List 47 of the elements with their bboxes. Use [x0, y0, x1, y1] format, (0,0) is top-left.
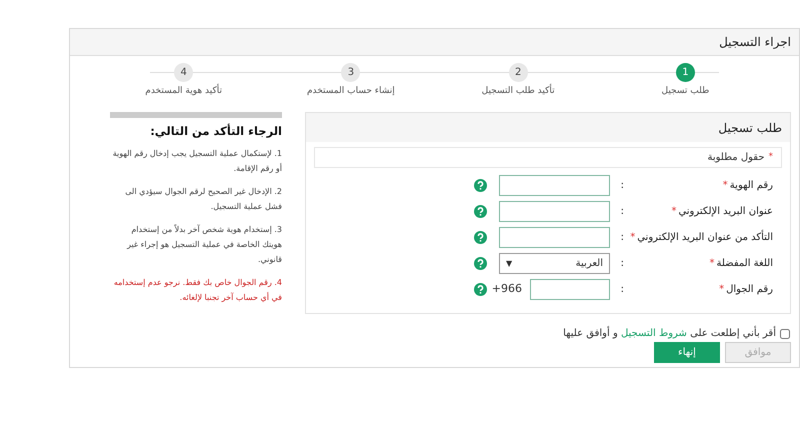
finish-button[interactable]: إنهاء	[654, 342, 720, 363]
input-field[interactable]	[499, 175, 610, 196]
field-label: رقم الجوال	[726, 283, 773, 297]
note-text: 3. إستخدام هوية شخص آخر بدلاً من إستخدام هويتك الخاصة في عملية التسجيل هو إجراء غير قانوني.	[126, 224, 282, 266]
window-title: اجراء التسجيل	[719, 34, 791, 51]
step-number: 2	[508, 63, 528, 82]
help-icon[interactable]	[474, 231, 487, 244]
language-select[interactable]: العربية ▼	[499, 253, 610, 274]
step-number: 4	[174, 63, 194, 82]
required-note: حقول مطلوبة	[707, 151, 764, 165]
input-field[interactable]	[499, 227, 610, 248]
input-field[interactable]	[499, 201, 610, 222]
required-mark: *	[722, 179, 728, 193]
agreement-text: أقر بأني إطلعت على شروط التسجيل و أوافق عليها	[563, 326, 776, 341]
agree-checkbox[interactable]	[780, 328, 790, 338]
input-field[interactable]	[530, 279, 610, 300]
step-number: 1	[676, 63, 695, 82]
colon: :	[620, 283, 624, 297]
help-icon[interactable]	[474, 257, 487, 270]
required-mark: *	[630, 231, 636, 245]
colon: :	[620, 231, 624, 245]
terms-link[interactable]: شروط التسجيل	[620, 328, 687, 339]
colon: :	[620, 205, 624, 219]
required-mark: *	[671, 205, 676, 219]
step-label: تأكيد هوية المستخدم	[145, 85, 222, 98]
panel-title: طلب تسجيل	[718, 120, 782, 136]
colon: :	[620, 179, 624, 193]
colon: :	[620, 257, 624, 271]
help-icon[interactable]	[474, 205, 487, 218]
country-code: +966	[492, 281, 522, 298]
note-text: 4. رقم الجوال خاص بك فقط. نرجو عدم إستخدامه في أي حساب آخر تجنبا لإلغائه.	[112, 277, 282, 304]
field-label: اللغة المفضلة	[716, 257, 773, 271]
required-mark: *	[768, 150, 773, 164]
help-icon[interactable]	[474, 179, 487, 192]
field-label: عنوان البريد الإلكتروني	[678, 205, 773, 219]
field-label: رقم الهوية	[730, 179, 773, 193]
notes-title: الرجاء التأكد من التالي:	[149, 123, 282, 140]
field-label: التأكد من عنوان البريد الإلكتروني	[637, 230, 773, 245]
note-text: 1. لإستكمال عملية التسجيل يجب إدخال رقم الهوية أو رقم الإقامة.	[112, 148, 282, 176]
step-label: تأكيد طلب التسجيل	[482, 85, 555, 98]
note-text: 2. الإدخال غير الصحيح لرقم الجوال سيؤدي الى فشل عملية التسجيل.	[124, 186, 282, 214]
required-mark: *	[709, 257, 714, 271]
step-label: طلب تسجيل	[662, 85, 710, 98]
step-label: إنشاء حساب المستخدم	[306, 85, 395, 98]
required-mark: *	[719, 283, 724, 297]
help-icon[interactable]	[474, 283, 487, 296]
step-number: 3	[341, 63, 360, 82]
